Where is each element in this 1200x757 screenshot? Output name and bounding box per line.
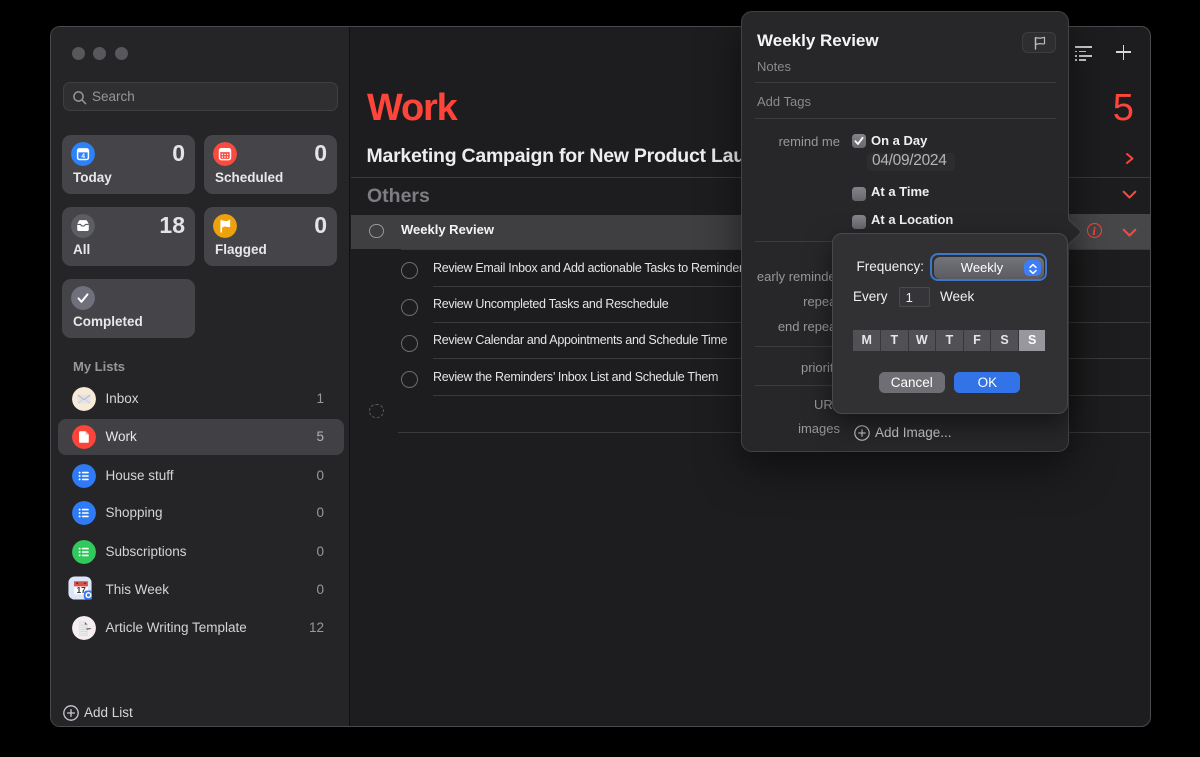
svg-text:4: 4 [81,153,85,160]
